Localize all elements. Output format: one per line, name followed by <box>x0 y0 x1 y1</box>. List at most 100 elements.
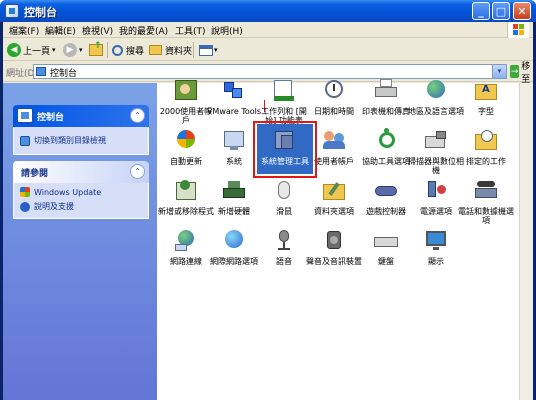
see-also-section-header[interactable]: 請參閱 ⌃ <box>13 161 149 183</box>
back-button[interactable]: ◀ 上一頁 ▾ <box>7 42 56 58</box>
icon-mouse[interactable]: 滑鼠 <box>256 178 312 216</box>
windows-update-link[interactable]: Windows Update <box>20 187 101 197</box>
icon-scanners-and-cameras[interactable]: 掃描器與數位相機 <box>408 128 464 175</box>
menu-help[interactable]: 說明(H) <box>211 24 243 37</box>
taskbar-icon <box>270 78 298 104</box>
icon-keyboard[interactable]: 鍵盤 <box>358 228 414 266</box>
icon-speech[interactable]: 語音 <box>256 228 312 266</box>
menu-favorites[interactable]: 我的最愛(A) <box>119 24 168 37</box>
go-button[interactable]: → 移至 <box>510 62 534 85</box>
views-button[interactable]: ▾ <box>199 42 218 58</box>
maximize-button[interactable]: □ <box>492 2 510 20</box>
red-annotation-box <box>253 121 317 178</box>
system-icon <box>220 128 248 154</box>
category-view-icon <box>20 135 30 146</box>
clock-icon <box>320 78 348 104</box>
menu-file[interactable]: 檔案(F) <box>9 24 39 37</box>
control-panel-section: 切換到類別目錄檢視 <box>13 127 149 155</box>
search-label: 搜尋 <box>126 46 145 57</box>
help-and-support-label: 說明及支援 <box>34 202 74 211</box>
search-icon <box>112 44 123 56</box>
folder-icon <box>149 45 162 55</box>
phone-modem-icon <box>472 178 500 204</box>
menu-edit[interactable]: 編輯(E) <box>45 24 76 37</box>
menu-tools[interactable]: 工具(T) <box>175 24 206 37</box>
icon-printers-and-faxes[interactable]: 印表機和傳真 <box>358 78 414 116</box>
collapse-chevron-icon[interactable]: ⌃ <box>130 164 145 179</box>
menu-bar: 檔案(F) 編輯(E) 檢視(V) 我的最愛(A) 工具(T) 說明(H) <box>3 22 533 38</box>
icon-sounds-and-audio-devices[interactable]: 聲音及音訊裝置 <box>306 228 362 266</box>
control-panel-section-title: 控制台 <box>37 113 65 123</box>
control-panel-section-header[interactable]: 控制台 ⌃ <box>13 105 149 127</box>
windows-update-icon <box>20 187 30 197</box>
icon-accessibility-options[interactable]: 協助工具選項 <box>358 128 414 166</box>
speaker-icon <box>320 228 348 254</box>
minimize-button[interactable]: _ <box>472 2 490 20</box>
back-label: 上一頁 <box>23 46 51 57</box>
scanner-camera-icon <box>422 128 450 154</box>
scheduled-tasks-icon <box>472 128 500 154</box>
forward-arrow-icon: ▶ <box>63 43 77 57</box>
icon-display[interactable]: 顯示 <box>408 228 464 266</box>
icon-internet-options[interactable]: 網際網路選項 <box>206 228 262 266</box>
icon-game-controllers[interactable]: 遊戲控制器 <box>358 178 414 216</box>
automatic-updates-icon <box>172 128 200 154</box>
icon-add-hardware[interactable]: 新增硬體 <box>206 178 262 216</box>
window-title: 控制台 <box>24 6 57 19</box>
switch-to-category-view-link[interactable]: 切換到類別目錄檢視 <box>20 135 106 146</box>
help-and-support-link[interactable]: 說明及支援 <box>20 201 74 212</box>
globe-icon <box>422 78 450 104</box>
icon-taskbar-start-menu[interactable]: 工作列和 [開始] 功能表 <box>256 78 312 125</box>
icon-phone-and-modem-options[interactable]: 電話和數據機選項 <box>458 178 514 225</box>
network-connections-icon <box>172 228 200 254</box>
forward-button[interactable]: ▶ ▾ <box>63 42 83 58</box>
mouse-icon <box>270 178 298 204</box>
speech-icon <box>270 228 298 254</box>
search-button[interactable]: 搜尋 <box>112 42 144 58</box>
accessibility-icon <box>372 128 400 154</box>
up-folder-icon: ↑ <box>89 41 103 56</box>
control-panel-icon <box>5 4 19 18</box>
collapse-chevron-icon[interactable]: ⌃ <box>130 108 145 123</box>
icon-date-and-time[interactable]: 日期和時間 <box>306 78 362 116</box>
printer-icon <box>372 78 400 104</box>
game-controller-icon <box>372 178 400 204</box>
see-also-section: Windows Update 說明及支援 <box>13 183 149 219</box>
users-icon <box>172 78 200 104</box>
menu-view[interactable]: 檢視(V) <box>82 24 113 37</box>
icon-regional-and-language-options[interactable]: 地區及語言選項 <box>408 78 464 116</box>
switch-to-category-view-label: 切換到類別目錄檢視 <box>34 136 106 145</box>
power-options-icon <box>422 178 450 204</box>
icon-scheduled-tasks[interactable]: 排定的工作 <box>458 128 514 166</box>
icon-fonts[interactable]: A 字型 <box>458 78 514 116</box>
views-icon <box>199 44 213 56</box>
vmware-icon <box>220 78 248 104</box>
up-folder-button[interactable]: ↑ <box>89 41 103 58</box>
icon-power-options[interactable]: 電源選項 <box>408 178 464 216</box>
windows-logo-icon <box>507 22 529 38</box>
fonts-folder-icon: A <box>472 78 500 104</box>
keyboard-icon <box>372 228 400 254</box>
folders-label: 資料夾 <box>165 46 193 57</box>
go-label: 移至 <box>521 61 531 85</box>
go-arrow-icon: → <box>510 65 520 78</box>
help-icon <box>20 201 30 212</box>
views-dropdown-icon: ▾ <box>214 46 218 54</box>
icon-vmware-tools[interactable]: VMware Tools <box>206 78 262 116</box>
address-value: 控制台 <box>50 69 78 79</box>
windows-update-label: Windows Update <box>34 187 102 197</box>
back-arrow-icon: ◀ <box>7 43 21 57</box>
close-button[interactable]: ✕ <box>513 2 531 20</box>
title-bar[interactable]: 控制台 _ □ ✕ <box>0 0 536 22</box>
user-accounts-icon <box>320 128 348 154</box>
folder-options-icon <box>320 178 348 204</box>
toolbar-separator <box>107 42 108 58</box>
address-dropdown-icon[interactable]: ▾ <box>492 65 506 78</box>
display-icon <box>422 228 450 254</box>
control-panel-icon <box>17 108 33 123</box>
vertical-scrollbar[interactable] <box>519 83 533 400</box>
address-input[interactable]: 控制台 ▾ <box>33 64 507 79</box>
folders-button[interactable]: 資料夾 <box>149 42 192 58</box>
icon-folder-options[interactable]: 資料夾選項 <box>306 178 362 216</box>
add-hardware-icon <box>220 178 248 204</box>
